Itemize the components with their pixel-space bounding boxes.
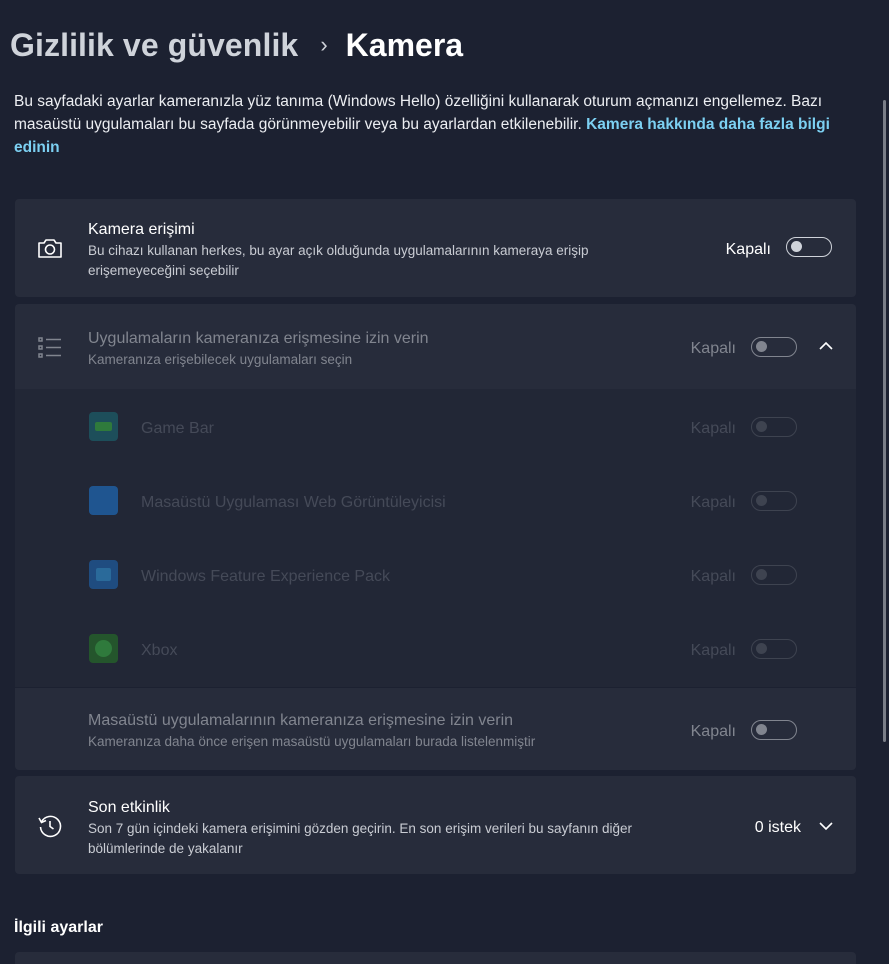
app-name: Windows Feature Experience Pack: [141, 568, 390, 585]
camera-access-state: Kapalı: [725, 241, 771, 258]
desktop-access-subtitle: Kameranıza daha önce erişen masaüstü uyg…: [88, 734, 536, 749]
xbox-toggle[interactable]: [751, 639, 797, 659]
desktop-access-state: Kapalı: [690, 723, 736, 740]
app-access-title: Uygulamaların kameranıza erişmesine izin…: [88, 330, 429, 347]
web-viewer-toggle[interactable]: [751, 491, 797, 511]
related-settings-card[interactable]: [15, 952, 856, 964]
app-row-feature-pack: Windows Feature Experience Pack Kapalı: [15, 538, 856, 612]
app-access-subtitle: Kameranıza erişebilecek uygulamaları seç…: [88, 352, 353, 367]
camera-access-toggle[interactable]: [786, 237, 832, 257]
scrollbar[interactable]: [883, 100, 886, 742]
xbox-icon: [89, 634, 118, 663]
breadcrumb: Gizlilik ve güvenlik › Kamera: [10, 22, 463, 68]
camera-access-title: Kamera erişimi: [88, 221, 195, 238]
camera-access-card: Kamera erişimi Bu cihazı kullanan herkes…: [15, 199, 856, 297]
app-access-toggle[interactable]: [751, 337, 797, 357]
app-state: Kapalı: [690, 642, 736, 659]
app-state: Kapalı: [690, 568, 736, 585]
app-row-game-bar: Game Bar Kapalı: [15, 390, 856, 464]
app-access-card: Uygulamaların kameranıza erişmesine izin…: [15, 304, 856, 770]
desktop-access-toggle[interactable]: [751, 720, 797, 740]
game-bar-toggle[interactable]: [751, 417, 797, 437]
page-description: Bu sayfadaki ayarlar kameranızla yüz tan…: [14, 90, 864, 159]
feature-pack-icon: [89, 560, 118, 589]
feature-pack-toggle[interactable]: [751, 565, 797, 585]
recent-activity-title: Son etkinlik: [88, 799, 170, 816]
desktop-access-row: Masaüstü uygulamalarının kameranıza eriş…: [15, 687, 856, 770]
related-settings-heading: İlgili ayarlar: [14, 919, 103, 936]
app-access-header[interactable]: Uygulamaların kameranıza erişmesine izin…: [15, 304, 856, 389]
history-icon: [38, 815, 62, 838]
game-bar-icon: [89, 412, 118, 441]
camera-access-subtitle: Bu cihazı kullanan herkes, bu ayar açık …: [88, 243, 589, 278]
camera-icon: [38, 239, 62, 258]
web-viewer-icon: [89, 486, 118, 515]
app-access-state: Kapalı: [690, 340, 736, 357]
chevron-up-icon[interactable]: [818, 340, 834, 352]
list-icon: [38, 337, 61, 358]
desktop-access-title: Masaüstü uygulamalarının kameranıza eriş…: [88, 712, 514, 729]
app-name: Masaüstü Uygulaması Web Görüntüleyicisi: [141, 494, 446, 511]
app-row-web-viewer: Masaüstü Uygulaması Web Görüntüleyicisi …: [15, 464, 856, 538]
app-name: Xbox: [141, 642, 178, 659]
recent-activity-subtitle: Son 7 gün içindeki kamera erişimini gözd…: [88, 821, 633, 856]
breadcrumb-separator-icon: ›: [320, 32, 328, 57]
app-name: Game Bar: [141, 420, 214, 437]
breadcrumb-parent[interactable]: Gizlilik ve güvenlik: [10, 27, 298, 64]
app-state: Kapalı: [690, 420, 736, 437]
recent-activity-card[interactable]: Son etkinlik Son 7 gün içindeki kamera e…: [15, 776, 856, 874]
page-title: Kamera: [345, 26, 464, 63]
app-row-xbox: Xbox Kapalı: [15, 612, 856, 686]
app-state: Kapalı: [690, 494, 736, 511]
chevron-down-icon[interactable]: [818, 820, 834, 832]
settings-page: Gizlilik ve güvenlik › Kamera Bu sayfada…: [0, 0, 889, 964]
recent-activity-count: 0 istek: [754, 819, 801, 836]
